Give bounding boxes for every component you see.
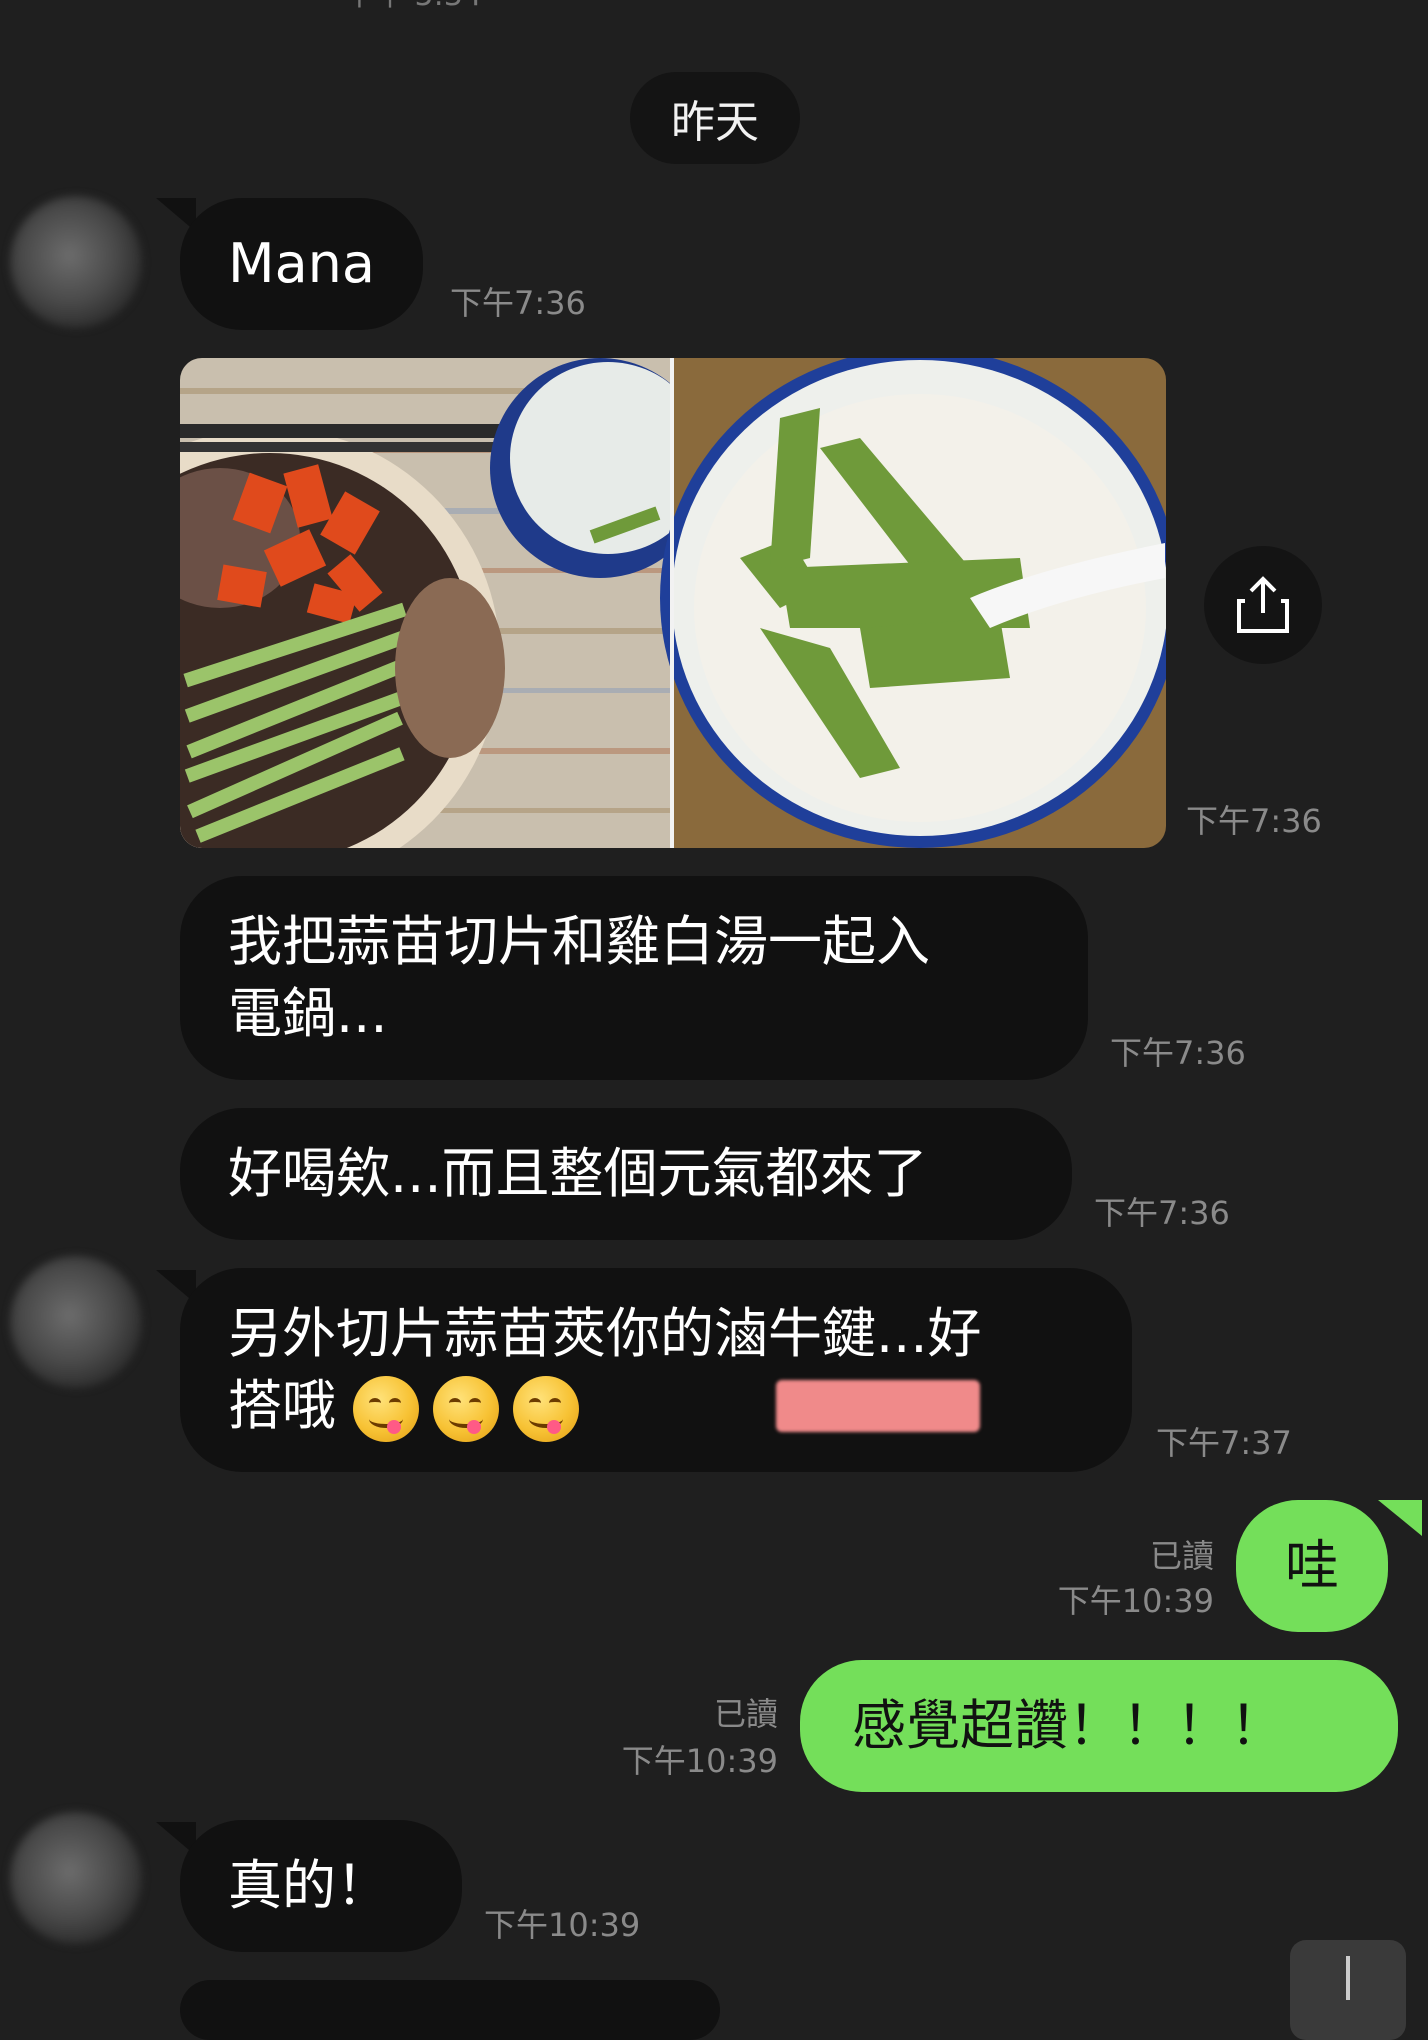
redacted-mark <box>776 1380 980 1432</box>
message-time: 下午10:39 <box>1057 1582 1214 1620</box>
yum-emoji <box>513 1376 580 1443</box>
message-bubble[interactable]: Mana <box>180 198 423 330</box>
message-text-line: 電鍋... <box>228 982 388 1045</box>
avatar[interactable] <box>10 196 142 328</box>
share-icon <box>1237 576 1289 633</box>
date-separator-label: 昨天 <box>671 97 759 148</box>
message-bubble-outgoing[interactable]: 哇 <box>1236 1500 1388 1632</box>
message-time: 下午7:36 <box>1094 1194 1230 1232</box>
message-text: 真的！ <box>228 1854 390 1917</box>
date-separator: 昨天 <box>630 72 800 164</box>
previous-timestamp: 下午 5:34 <box>345 0 482 14</box>
yum-emoji <box>433 1376 500 1443</box>
message-time: 下午7:37 <box>1156 1424 1292 1462</box>
scroll-down-icon <box>1346 1956 1350 2000</box>
read-receipt: 已讀 <box>713 1695 778 1733</box>
message-time: 下午7:36 <box>1186 802 1322 840</box>
message-bubble[interactable]: 真的！ <box>180 1820 462 1952</box>
scroll-down-button[interactable] <box>1290 1940 1406 2040</box>
message-time: 下午7:36 <box>1110 1034 1246 1072</box>
message-text: 哇 <box>1285 1534 1339 1597</box>
message-time: 下午7:36 <box>450 284 586 322</box>
share-button[interactable] <box>1204 546 1322 664</box>
message-text-line: 搭哦 <box>228 1374 336 1437</box>
avatar[interactable] <box>10 1812 142 1944</box>
message-bubble[interactable]: 另外切片蒜苗莢你的滷牛鍵...好 搭哦 <box>180 1268 1132 1472</box>
read-receipt: 已讀 <box>1149 1537 1214 1575</box>
message-bubble[interactable]: 好喝欸...而且整個元氣都來了 <box>180 1108 1072 1240</box>
message-text: 好喝欸...而且整個元氣都來了 <box>228 1142 928 1205</box>
message-bubble-outgoing[interactable]: 感覺超讚！！！！ <box>800 1660 1398 1792</box>
message-text: 感覺超讚！！！！ <box>852 1694 1284 1757</box>
avatar[interactable] <box>10 1256 142 1388</box>
food-photos <box>180 358 1166 848</box>
photo-message[interactable] <box>180 358 1166 848</box>
bubble-tail <box>1378 1500 1422 1536</box>
yum-emoji <box>353 1376 420 1443</box>
message-bubble[interactable]: 我把蒜苗切片和雞白湯一起入 電鍋... <box>180 876 1088 1080</box>
message-text-line: 另外切片蒜苗莢你的滷牛鍵...好 <box>228 1302 982 1365</box>
message-bubble-partial[interactable] <box>180 1980 720 2040</box>
message-time: 下午10:39 <box>621 1742 778 1780</box>
message-text-line: 我把蒜苗切片和雞白湯一起入 <box>228 910 930 973</box>
message-time: 下午10:39 <box>484 1906 641 1944</box>
message-text: Mana <box>228 232 375 295</box>
